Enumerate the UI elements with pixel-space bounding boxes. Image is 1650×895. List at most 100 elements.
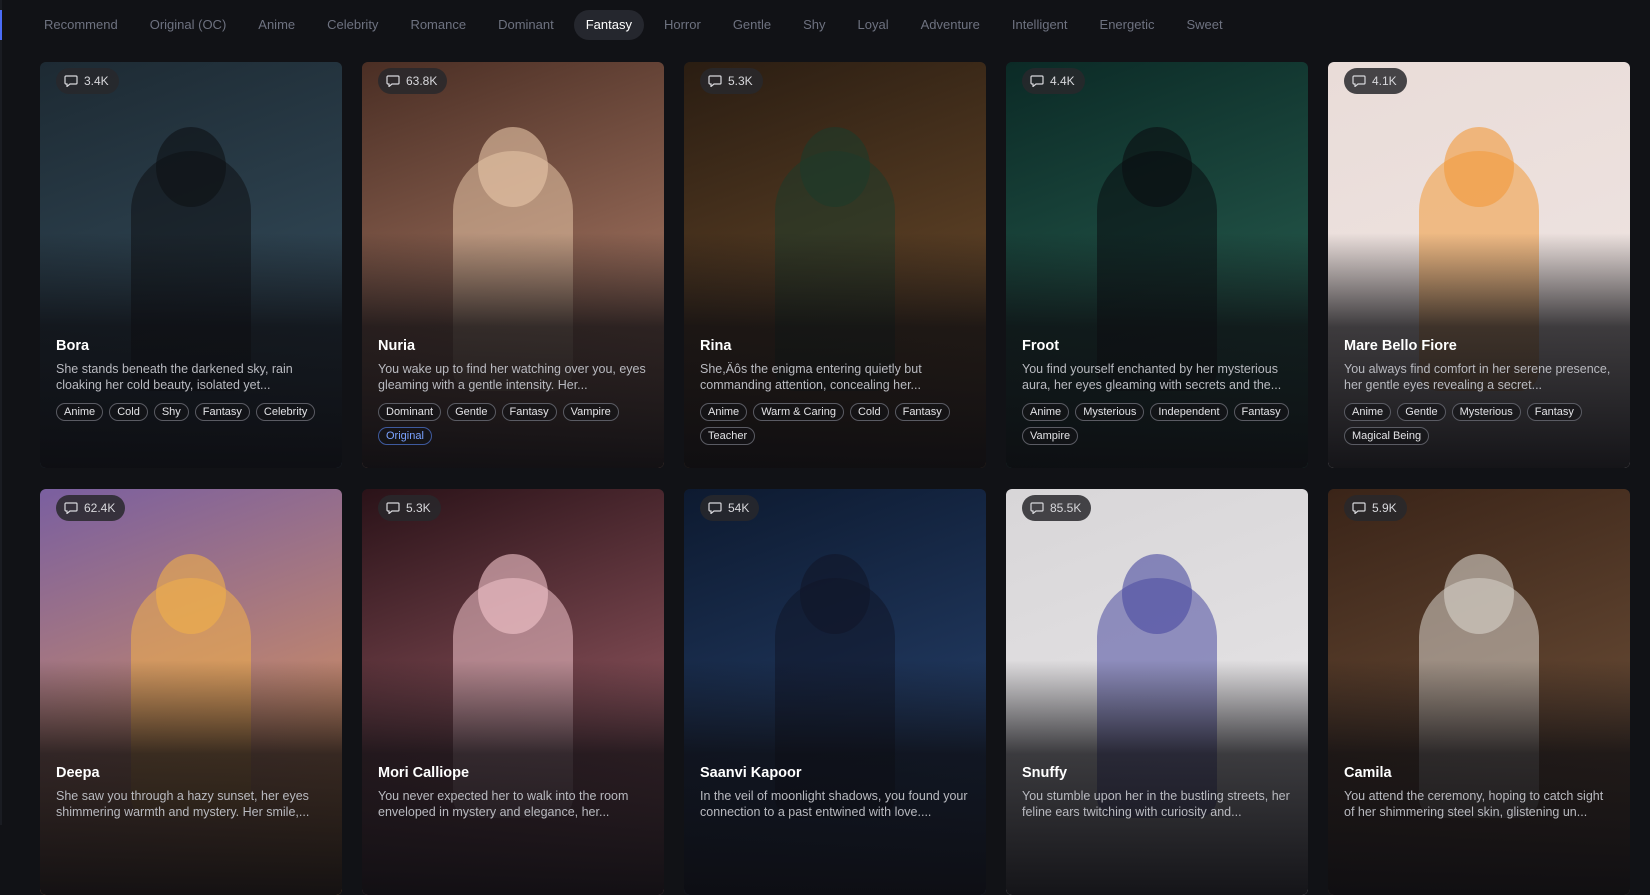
character-card[interactable]: 5.3K Mori Calliope You never expected her … [362, 489, 664, 895]
chat-count-badge: 5.3K [700, 68, 763, 94]
chat-count: 5.3K [406, 501, 431, 515]
tab-energetic[interactable]: Energetic [1088, 10, 1167, 40]
character-name: Nuria [378, 338, 416, 354]
character-card[interactable]: 5.9K Camila You attend the ceremony, hopin… [1328, 489, 1630, 895]
card-body: Snuffy You stumble upon her in the bustli… [1022, 765, 1294, 830]
tag[interactable]: Anime [1022, 403, 1070, 421]
character-card[interactable]: 63.8K Nuria You wake up to find her watchi… [362, 62, 664, 468]
chat-count: 5.9K [1372, 501, 1397, 515]
tag[interactable]: Magical Being [1344, 427, 1430, 445]
character-card[interactable]: 3.4K Bora She stands beneath the darkened … [40, 62, 342, 468]
character-description: You attend the ceremony, hoping to catch… [1344, 789, 1604, 819]
character-description: She stands beneath the darkened sky, rai… [56, 362, 293, 392]
category-tabs: Recommend Original (OC) Anime Celebrity Roma… [32, 10, 1243, 40]
tab-fantasy[interactable]: Fantasy [573, 10, 644, 40]
character-card[interactable]: 54K Saanvi Kapoor In the veil of moonlight… [684, 489, 986, 895]
tab-intelligent[interactable]: Intelligent [1000, 10, 1080, 40]
tab-shy[interactable]: Shy [791, 10, 837, 40]
tab-gentle[interactable]: Gentle [721, 10, 783, 40]
character-description: In the veil of moonlight shadows, you fo… [700, 789, 968, 819]
chat-bubble-icon [64, 502, 78, 514]
tag[interactable]: Dominant [378, 403, 442, 421]
card-body: Bora She stands beneath the darkened sky,… [56, 338, 328, 421]
chat-bubble-icon [1352, 75, 1366, 87]
tab-dominant[interactable]: Dominant [486, 10, 566, 40]
tab-anime[interactable]: Anime [246, 10, 307, 40]
chat-bubble-icon [1352, 502, 1366, 514]
tag-list: Anime Cold Shy Fantasy Celebrity [56, 403, 328, 421]
chat-count-badge: 4.1K [1344, 68, 1407, 94]
character-description: You never expected her to walk into the … [378, 789, 629, 819]
chat-count: 85.5K [1050, 501, 1082, 515]
portrait-head [156, 553, 226, 634]
tag[interactable]: Gentle [447, 403, 496, 421]
tag[interactable]: Mysterious [1075, 403, 1145, 421]
character-card[interactable]: 4.4K Froot You find yourself enchanted by … [1006, 62, 1308, 468]
character-name: Camila [1344, 765, 1392, 781]
left-rail [0, 0, 2, 825]
chat-count-badge: 54K [700, 495, 760, 521]
tag[interactable]: Independent [1150, 403, 1228, 421]
tab-sweet[interactable]: Sweet [1174, 10, 1234, 40]
character-description: You stumble upon her in the bustling str… [1022, 789, 1290, 819]
chat-count: 4.1K [1372, 74, 1397, 88]
character-card[interactable]: 62.4K Deepa She saw you through a hazy sun… [40, 489, 342, 895]
tag[interactable]: Fantasy [194, 403, 250, 421]
chat-count-badge: 85.5K [1022, 495, 1092, 521]
card-body: Camila You attend the ceremony, hoping to… [1344, 765, 1616, 830]
left-rail-accent [0, 10, 2, 40]
chat-bubble-icon [708, 502, 722, 514]
chat-count: 5.3K [728, 74, 753, 88]
portrait-head [800, 553, 870, 634]
tag-list: Anime Mysterious Independent Fantasy Vampire [1022, 403, 1294, 445]
chat-count-badge: 5.9K [1344, 495, 1407, 521]
tab-romance[interactable]: Romance [398, 10, 478, 40]
character-name: Deepa [56, 765, 100, 781]
tag[interactable]: Warm & Caring [753, 403, 844, 421]
tag[interactable]: Fantasy [894, 403, 950, 421]
tab-horror[interactable]: Horror [652, 10, 713, 40]
chat-bubble-icon [1030, 502, 1044, 514]
tag[interactable]: Vampire [562, 403, 619, 421]
character-card[interactable]: 4.1K Mare Bello Fiore You always find comf… [1328, 62, 1630, 468]
tag[interactable]: Anime [700, 403, 748, 421]
card-body: Froot You find yourself enchanted by her … [1022, 338, 1294, 445]
tag[interactable]: Teacher [700, 427, 756, 445]
tag[interactable]: Fantasy [1526, 403, 1582, 421]
character-name: Saanvi Kapoor [700, 765, 802, 781]
chat-bubble-icon [1030, 75, 1044, 87]
tag[interactable]: Vampire [1022, 427, 1079, 445]
tag[interactable]: Mysterious [1451, 403, 1521, 421]
card-body: Deepa She saw you through a hazy sunset, … [56, 765, 328, 830]
tab-recommend[interactable]: Recommend [32, 10, 130, 40]
chat-count-badge: 4.4K [1022, 68, 1085, 94]
tag[interactable]: Anime [56, 403, 104, 421]
tab-adventure[interactable]: Adventure [909, 10, 992, 40]
tag[interactable]: Celebrity [255, 403, 316, 421]
tag[interactable]: Cold [109, 403, 148, 421]
tab-celebrity[interactable]: Celebrity [315, 10, 390, 40]
character-description: She,Äôs the enigma entering quietly but … [700, 362, 922, 392]
tag[interactable]: Shy [153, 403, 189, 421]
tag[interactable]: Fantasy [1233, 403, 1289, 421]
character-description: You always find comfort in her serene pr… [1344, 362, 1611, 392]
character-grid: 3.4K Bora She stands beneath the darkened … [40, 62, 1632, 895]
character-card[interactable]: 5.3K Rina She,Äôs the enigma entering quie… [684, 62, 986, 468]
tab-original-oc[interactable]: Original (OC) [138, 10, 239, 40]
portrait-head [156, 126, 226, 207]
character-name: Froot [1022, 338, 1060, 354]
character-name: Bora [56, 338, 90, 354]
chat-count: 4.4K [1050, 74, 1075, 88]
chat-count: 63.8K [406, 74, 438, 88]
portrait-head [800, 126, 870, 207]
tag[interactable]: Cold [849, 403, 889, 421]
tag[interactable]: Anime [1344, 403, 1392, 421]
character-card[interactable]: 85.5K Snuffy You stumble upon her in the b… [1006, 489, 1308, 895]
chat-count-badge: 62.4K [56, 495, 126, 521]
tag[interactable]: Gentle [1397, 403, 1446, 421]
chat-count-badge: 5.3K [378, 495, 441, 521]
card-body: Mare Bello Fiore You always find comfort … [1344, 338, 1616, 445]
tag[interactable]: Fantasy [501, 403, 557, 421]
tab-loyal[interactable]: Loyal [846, 10, 901, 40]
portrait-head [478, 126, 548, 207]
